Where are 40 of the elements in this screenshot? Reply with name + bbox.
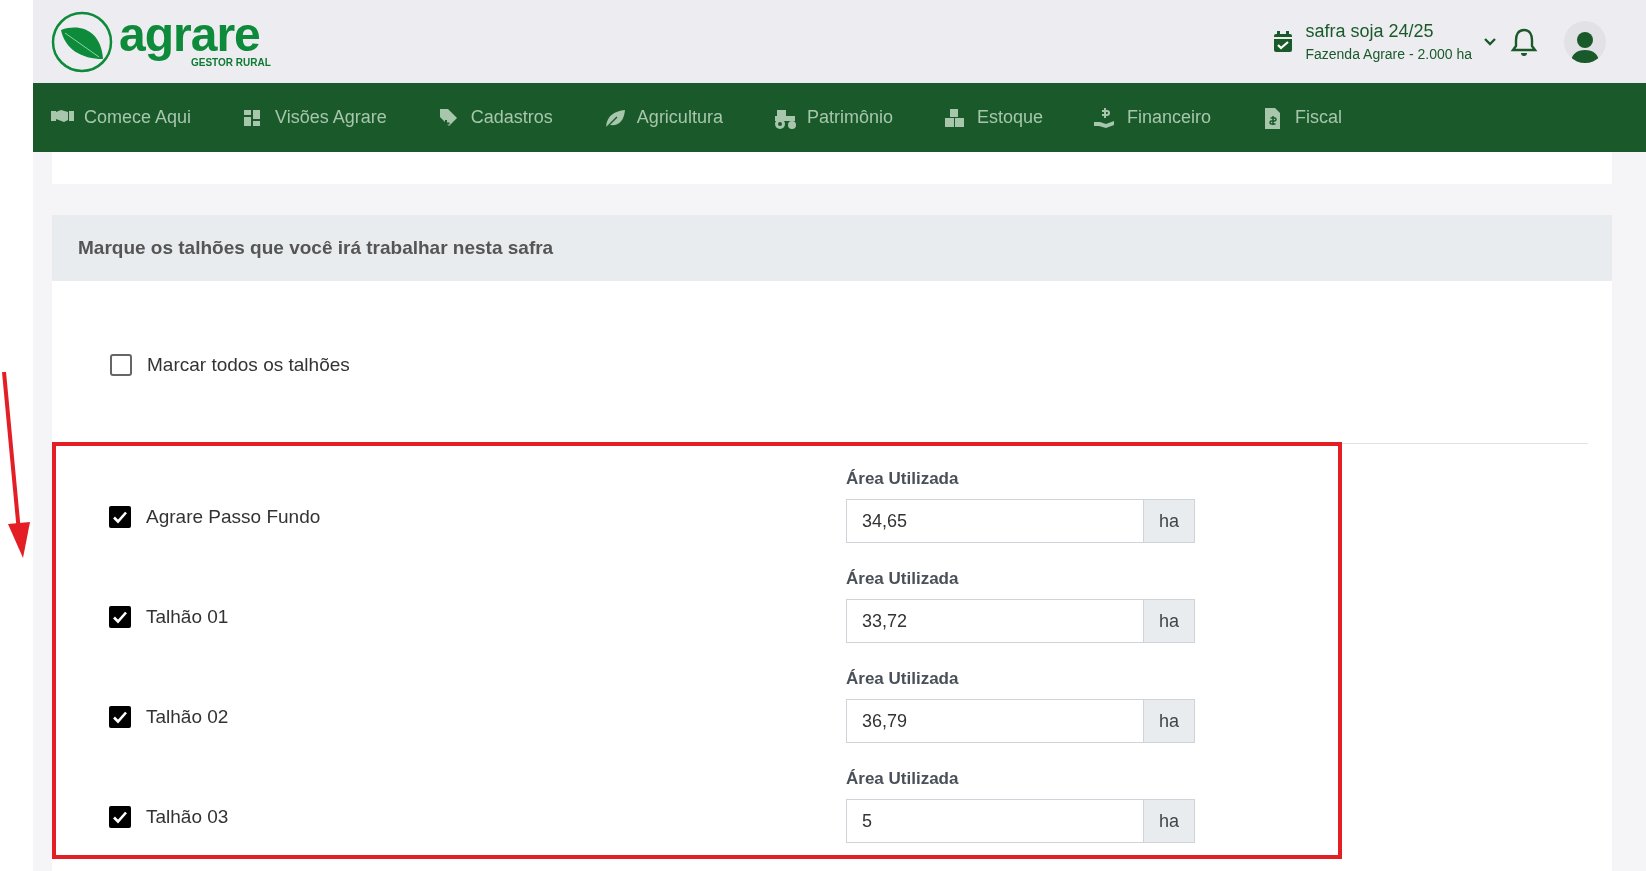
nav-item[interactable]: Visões Agrare (241, 106, 412, 129)
section-title: Marque os talhões que você irá trabalhar nesta safra (52, 215, 1612, 281)
unit-label: ha (1144, 699, 1195, 743)
area-input-field[interactable]: 36,79 (846, 699, 1144, 743)
season-title[interactable]: safra soja 24/25 (1305, 21, 1472, 42)
checkbox[interactable] (109, 806, 131, 828)
chevron-down-icon[interactable] (1484, 37, 1496, 46)
farm-name: Fazenda Agrare - 2.000 ha (1305, 46, 1472, 62)
hand-coin-icon (1093, 106, 1117, 129)
leaf-logo-icon (51, 10, 113, 73)
unit-label: ha (1144, 499, 1195, 543)
checkbox[interactable] (109, 506, 131, 528)
nav-item[interactable]: Financeiro (1093, 106, 1237, 129)
field-label: Área Utilizada (846, 669, 960, 689)
field-label: Área Utilizada (846, 469, 960, 489)
plot-name: Talhão 03 (146, 806, 229, 828)
area-input-field[interactable]: 33,72 (846, 599, 1144, 643)
nav-item[interactable]: Cadastros (436, 106, 578, 129)
select-all-label: Marcar todos os talhões (147, 354, 350, 376)
nav-item[interactable]: Agricultura (602, 106, 748, 129)
unit-label: ha (1144, 599, 1195, 643)
plot-name: Talhão 01 (146, 606, 229, 628)
boxes-icon (942, 106, 967, 129)
field-label: Área Utilizada (846, 769, 960, 789)
field-label: Área Utilizada (846, 569, 960, 589)
checkbox[interactable] (109, 606, 131, 628)
plot-name: Agrare Passo Fundo (146, 506, 321, 528)
bell-icon[interactable] (1510, 26, 1538, 57)
nav-item[interactable]: Comece Aqui (50, 106, 217, 129)
calendar-check-icon (1273, 30, 1294, 53)
nav-item[interactable]: Estoque (942, 106, 1068, 129)
nav-item[interactable]: Patrimônio (772, 106, 918, 129)
user-avatar[interactable] (1564, 20, 1606, 63)
unit-label: ha (1144, 799, 1195, 843)
area-input-field[interactable]: 5 (846, 799, 1144, 843)
area-input-field[interactable]: 34,65 (846, 499, 1144, 543)
nav-item[interactable]: Fiscal (1261, 106, 1368, 129)
plot-name: Talhão 02 (146, 706, 229, 728)
checkbox[interactable] (109, 706, 131, 728)
checkbox[interactable] (110, 354, 132, 376)
